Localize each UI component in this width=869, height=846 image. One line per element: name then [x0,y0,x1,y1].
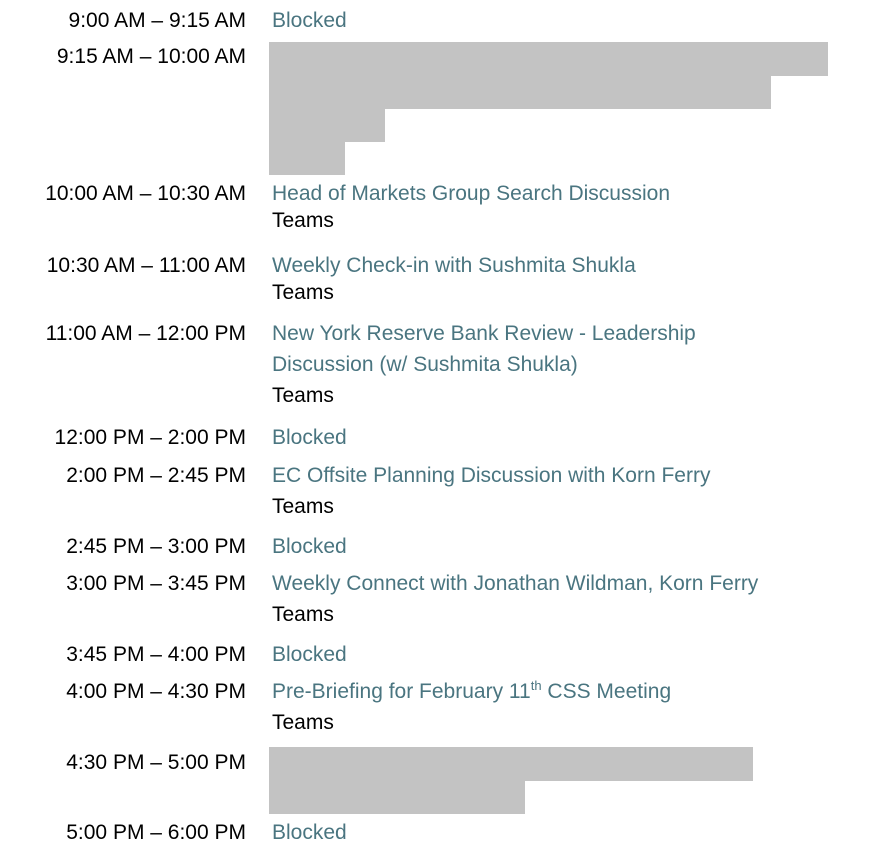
redaction-bar [269,42,828,76]
event-title-link[interactable]: Weekly Connect with Jonathan Wildman, Ko… [272,570,869,597]
event-title-link[interactable]: New York Reserve Bank Review - Leadershi… [272,320,869,378]
event-title-link[interactable]: Blocked [272,424,869,451]
time-range: 9:00 AM – 9:15 AM [68,9,246,32]
event-title-link[interactable]: Blocked [272,533,869,560]
time-range: 10:30 AM – 11:00 AM [46,254,246,277]
event-title-link[interactable]: Weekly Check-in with Sushmita Shukla [272,252,869,279]
time-range: 4:30 PM – 5:00 PM [66,751,246,774]
event-title-link[interactable]: Blocked [272,819,869,846]
time-range: 9:15 AM – 10:00 AM [56,45,246,68]
time-range: 10:00 AM – 10:30 AM [45,182,246,205]
time-range: 5:00 PM – 6:00 PM [66,821,246,844]
event-title-link[interactable]: Blocked [272,7,869,34]
event-location: Teams [272,495,334,518]
event-details: Pre-Briefing for February 11th CSS Meeti… [272,678,869,736]
time-range: 12:00 PM – 2:00 PM [54,426,246,449]
redaction-bar [269,76,771,109]
event-title-link[interactable]: Pre-Briefing for February 11th CSS Meeti… [272,678,869,705]
event-details: Blocked [272,7,869,34]
redaction-bar [269,747,753,781]
event-title-line: Discussion (w/ Sushmita Shukla) [272,353,578,376]
redaction-bar [269,142,345,175]
event-details: EC Offsite Planning Discussion with Korn… [272,462,869,520]
event-details: Blocked [272,424,869,451]
event-location: Teams [272,603,334,626]
event-details: Weekly Connect with Jonathan Wildman, Ko… [272,570,869,628]
event-details: Weekly Check-in with Sushmita Shukla Tea… [272,252,869,306]
event-details: Blocked [272,641,869,668]
time-range: 2:00 PM – 2:45 PM [66,464,246,487]
redaction-bar [269,781,525,814]
redaction-bar [269,109,385,142]
event-location: Teams [272,711,334,734]
event-title-line: New York Reserve Bank Review - Leadershi… [272,322,696,345]
event-location: Teams [272,281,334,304]
event-details: New York Reserve Bank Review - Leadershi… [272,320,869,409]
ordinal-suffix: th [530,678,542,693]
event-title-text: Pre-Briefing for February 11 [272,680,531,703]
event-details: Head of Markets Group Search Discussion … [272,180,869,234]
event-location: Teams [272,384,334,407]
event-title-link[interactable]: Blocked [272,641,869,668]
time-range: 11:00 AM – 12:00 PM [45,322,246,345]
event-location: Teams [272,209,334,232]
time-range: 4:00 PM – 4:30 PM [66,680,246,703]
event-title-link[interactable]: Head of Markets Group Search Discussion [272,180,869,207]
event-details: Blocked [272,819,869,846]
event-title-text: CSS Meeting [541,680,672,703]
time-range: 3:45 PM – 4:00 PM [66,643,246,666]
time-range: 2:45 PM – 3:00 PM [66,535,246,558]
time-range: 3:00 PM – 3:45 PM [66,572,246,595]
event-details: Blocked [272,533,869,560]
event-title-link[interactable]: EC Offsite Planning Discussion with Korn… [272,462,869,489]
agenda-page: { "schedule": [ { "time": "9:00 AM – 9:1… [0,0,869,846]
